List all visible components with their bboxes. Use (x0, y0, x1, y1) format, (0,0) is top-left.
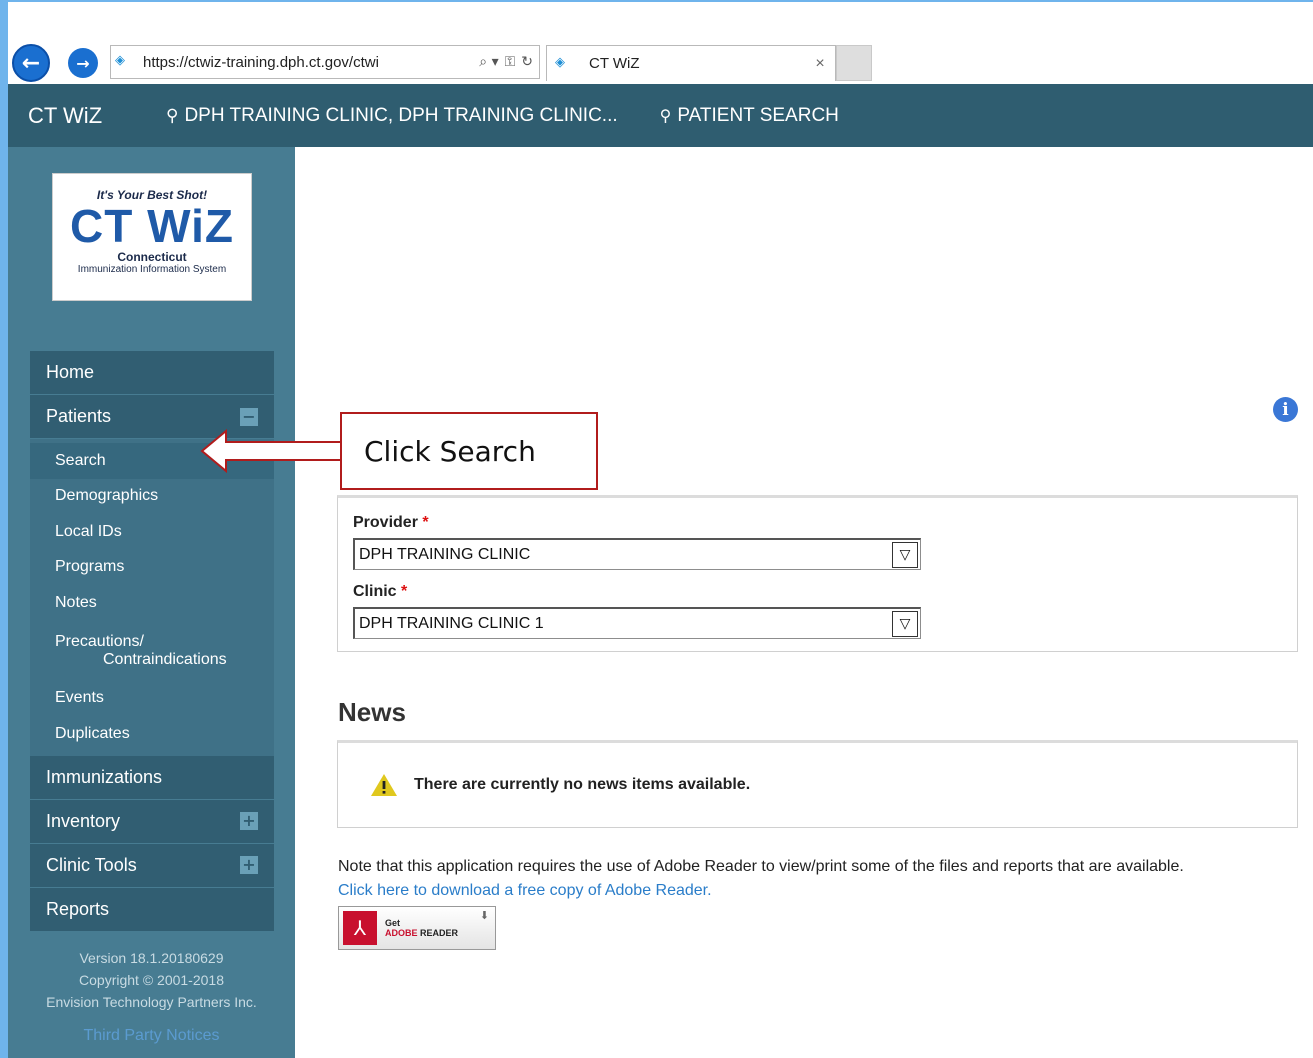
address-url[interactable]: https://ctwiz-training.dph.ct.gov/ctwi (143, 54, 479, 71)
adobe-badge-text: Get ADOBE READER (385, 918, 459, 938)
logo-state: Connecticut (117, 250, 187, 264)
adobe-download-link[interactable]: Click here to download a free copy of Ad… (338, 882, 712, 900)
patient-search-link[interactable]: ⚲ PATIENT SEARCH (660, 105, 839, 127)
brand-title[interactable]: CT WiZ (28, 103, 166, 129)
sidebar-item-label: Inventory (46, 810, 121, 831)
chevron-down-icon[interactable]: ▽ (892, 541, 918, 568)
sidebar-item-label: Reports (46, 898, 110, 919)
sidebar-subitem-demographics[interactable]: Demographics (30, 479, 274, 515)
callout-arrow-icon (200, 428, 344, 474)
sidebar-subitem-local-ids[interactable]: Local IDs (30, 514, 274, 550)
clinic-location-text: DPH TRAINING CLINIC, DPH TRAINING CLINIC… (184, 104, 618, 126)
logo-system: Immunization Information System (77, 264, 227, 275)
sidebar-item-label: Clinic Tools (46, 854, 137, 875)
chevron-down-icon[interactable]: ▽ (892, 610, 918, 637)
company-text: Envision Technology Partners Inc. (46, 994, 257, 1010)
search-dropdown-icon[interactable]: ⌕ ▾ (479, 54, 498, 70)
get-adobe-reader-badge[interactable]: ⅄ Get ADOBE READER ⬇ (338, 906, 496, 950)
sidebar-item-label: Patients (46, 406, 112, 426)
tab-close-icon[interactable]: × (805, 55, 835, 73)
sidebar-item-reports[interactable]: Reports (30, 887, 274, 932)
site-favicon-icon: ◈ (115, 53, 125, 68)
browser-tab[interactable]: ◈ CT WiZ × (546, 45, 836, 81)
sidebar-item-label: Home (46, 362, 95, 382)
sidebar-subitem-events[interactable]: Events (30, 681, 274, 717)
sidebar-subitem-precautions[interactable]: Precautions/ Contraindications (30, 621, 274, 681)
search-icon: ⚲ (659, 106, 672, 125)
clinic-location-link[interactable]: ⚲ DPH TRAINING CLINIC, DPH TRAINING CLIN… (166, 105, 618, 127)
sidebar-subitem-duplicates[interactable]: Duplicates (30, 716, 274, 752)
tab-title: CT WiZ (589, 55, 640, 72)
adobe-pdf-icon: ⅄ (343, 911, 377, 945)
precautions-line2: Contraindications (103, 650, 227, 668)
expand-icon[interactable]: + (240, 856, 258, 874)
address-bar[interactable]: ◈ https://ctwiz-training.dph.ct.gov/ctwi… (110, 45, 540, 79)
provider-select-value: DPH TRAINING CLINIC (359, 545, 531, 563)
app-header: CT WiZ ⚲ DPH TRAINING CLINIC, DPH TRAINI… (8, 84, 1313, 147)
provider-label: Provider * (353, 514, 429, 531)
sidebar-footer: Version 18.1.20180629 Copyright © 2001-2… (8, 947, 295, 1013)
news-heading: News (338, 697, 406, 727)
version-text: Version 18.1.20180629 (79, 950, 224, 966)
logo-name: CT WiZ (70, 200, 234, 252)
copyright-text: Copyright © 2001-2018 (79, 972, 224, 988)
expand-icon[interactable]: + (240, 812, 258, 830)
third-party-notices-link[interactable]: Third Party Notices (8, 1027, 295, 1045)
sidebar-item-home[interactable]: Home (30, 351, 274, 395)
back-arrow-icon[interactable]: ← (12, 44, 50, 82)
provider-select[interactable]: DPH TRAINING CLINIC ▽ (353, 538, 921, 570)
clinic-select[interactable]: DPH TRAINING CLINIC 1 ▽ (353, 607, 921, 639)
sidebar: It's Your Best Shot! CT WiZ Connecticut … (8, 147, 295, 1058)
sidebar-subitem-programs[interactable]: Programs (30, 550, 274, 586)
patients-submenu: Search Demographics Local IDs Programs N… (30, 439, 274, 756)
collapse-icon[interactable]: − (240, 407, 258, 426)
news-panel: There are currently no news items availa… (337, 740, 1298, 828)
download-arrow-icon: ⬇ (479, 909, 489, 922)
forward-arrow-icon[interactable]: → (68, 48, 98, 78)
map-pin-icon: ⚲ (166, 105, 179, 126)
news-empty-message: There are currently no news items availa… (414, 776, 751, 793)
ct-wiz-logo: It's Your Best Shot! CT WiZ Connecticut … (52, 173, 252, 301)
tab-favicon-icon: ◈ (555, 54, 565, 70)
warning-icon (370, 773, 398, 797)
refresh-icon[interactable]: ↻ (521, 54, 533, 70)
sidebar-item-immunizations[interactable]: Immunizations (30, 755, 274, 800)
clinic-label: Clinic * (353, 583, 408, 600)
info-icon[interactable]: i (1273, 397, 1298, 422)
browser-toolbar: ← → ◈ https://ctwiz-training.dph.ct.gov/… (8, 2, 1313, 84)
required-mark: * (422, 514, 429, 531)
adobe-note: Note that this application requires the … (338, 858, 1184, 875)
sidebar-item-clinic-tools[interactable]: Clinic Tools + (30, 843, 274, 888)
provider-clinic-panel: Provider * DPH TRAINING CLINIC ▽ Clinic … (337, 495, 1298, 652)
required-mark: * (401, 583, 408, 600)
sidebar-item-inventory[interactable]: Inventory + (30, 799, 274, 844)
clinic-select-value: DPH TRAINING CLINIC 1 (359, 614, 544, 632)
callout-box: Click Search (340, 412, 598, 490)
sidebar-item-label: Immunizations (46, 766, 163, 787)
sidebar-subitem-notes[interactable]: Notes (30, 585, 274, 621)
lock-icon: ⚿ (504, 54, 516, 70)
new-tab-button[interactable] (836, 45, 872, 81)
patient-search-text: PATIENT SEARCH (677, 104, 839, 126)
precautions-line1: Precautions/ (55, 632, 144, 650)
